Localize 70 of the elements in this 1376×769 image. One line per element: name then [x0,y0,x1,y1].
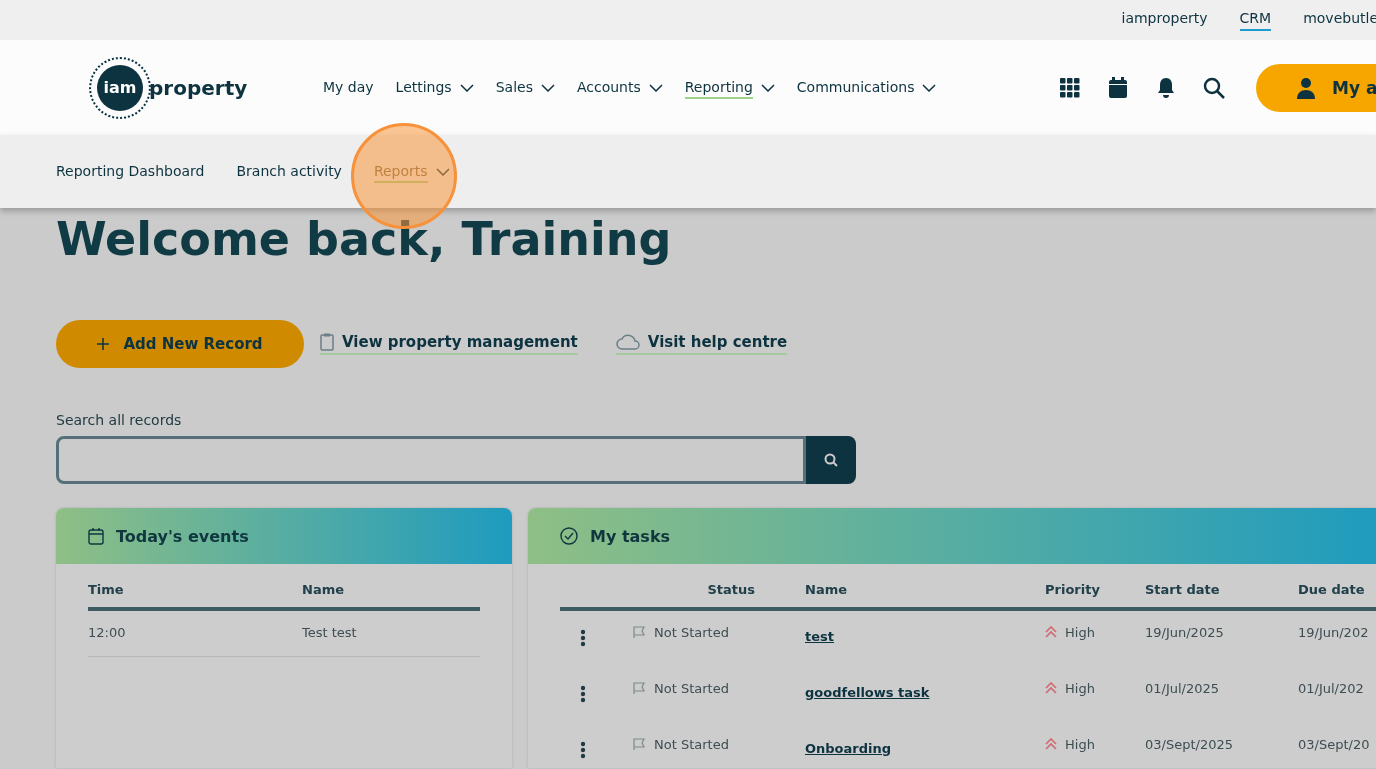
nav-item[interactable]: Sales [495,76,555,99]
column-header: Priority [1045,580,1145,611]
calendar-icon[interactable] [1106,75,1130,100]
task-link[interactable]: test [805,629,834,644]
table-cell-text: 19/Jun/202 [1298,624,1370,642]
add-record-button[interactable]: Add New Record [56,320,304,368]
status-text: Not Started [654,737,729,752]
double-chevron-up-icon [1045,737,1057,751]
calendar-icon [88,527,104,545]
double-chevron-up-icon [1045,681,1057,695]
table-cell-text: 19/Jun/2025 [1145,624,1225,642]
task-link[interactable]: goodfellows task [805,685,930,700]
more-options-icon[interactable] [580,741,586,759]
action-link[interactable]: Visit help centre [615,333,788,355]
search-label: Search all records [56,412,183,428]
status-text: Not Started [654,625,729,640]
more-options-icon[interactable] [580,685,586,703]
table-cell-text: 03/Sept/2025 [1145,736,1234,754]
flag-icon [632,681,646,695]
nav-item[interactable]: Lettings [395,76,474,99]
table-cell: Test test [302,611,480,657]
clipboard-icon [320,333,334,351]
column-header: Name [805,580,1045,611]
top-link[interactable]: iamproperty [1121,9,1208,31]
flag-icon [632,625,646,639]
table-cell: 12:00 [88,611,302,657]
nav-item[interactable]: Accounts [576,76,663,99]
table-cell-text: 03/Sept/20 [1298,736,1371,754]
check-circle-icon [560,527,578,545]
chevron-down-icon [922,83,937,92]
app-grid-icon[interactable] [1058,75,1082,100]
search-icon[interactable] [1202,75,1226,100]
table-cell-text: 01/Jul/2025 [1145,680,1221,698]
column-header: Due date [1298,580,1376,611]
search-button[interactable] [806,436,856,484]
double-chevron-up-icon [1045,625,1057,639]
chevron-down-icon [760,83,775,92]
priority-text: High [1065,625,1095,640]
user-icon [1296,76,1316,99]
column-header: Status [632,580,805,611]
chevron-down-icon [540,83,555,92]
priority-text: High [1065,681,1095,696]
plus-icon [97,338,110,350]
nav-item[interactable]: My day [323,76,374,99]
welcome-heading: Welcome back, Training [56,212,673,266]
action-link[interactable]: View property management [320,333,578,355]
chevron-down-icon [435,167,450,176]
table-cell-text: 01/Jul/202 [1298,680,1365,698]
card-title: My tasks [590,526,671,546]
subnav-item[interactable]: Branch activity [236,160,342,183]
card-title: Today's events [116,526,249,546]
account-button[interactable]: My a [1256,63,1376,112]
nav-item[interactable]: Reporting [684,76,775,99]
subnav-item[interactable]: Reporting Dashboard [56,160,205,183]
chevron-down-icon [459,83,474,92]
search-icon [824,453,838,467]
column-header: Start date [1145,580,1298,611]
nav-item[interactable]: Communications [796,76,937,99]
status-text: Not Started [654,681,729,696]
more-options-icon[interactable] [580,629,586,647]
search-field[interactable] [56,436,806,484]
cloud-icon [615,334,640,350]
task-link[interactable]: Onboarding [805,741,892,756]
chevron-down-icon [648,83,663,92]
priority-text: High [1065,737,1095,752]
column-header: Name [302,580,480,611]
column-header: Time [88,580,302,611]
flag-icon [632,737,646,751]
top-link[interactable]: CRM [1239,9,1272,31]
logo-text: property [149,75,248,100]
